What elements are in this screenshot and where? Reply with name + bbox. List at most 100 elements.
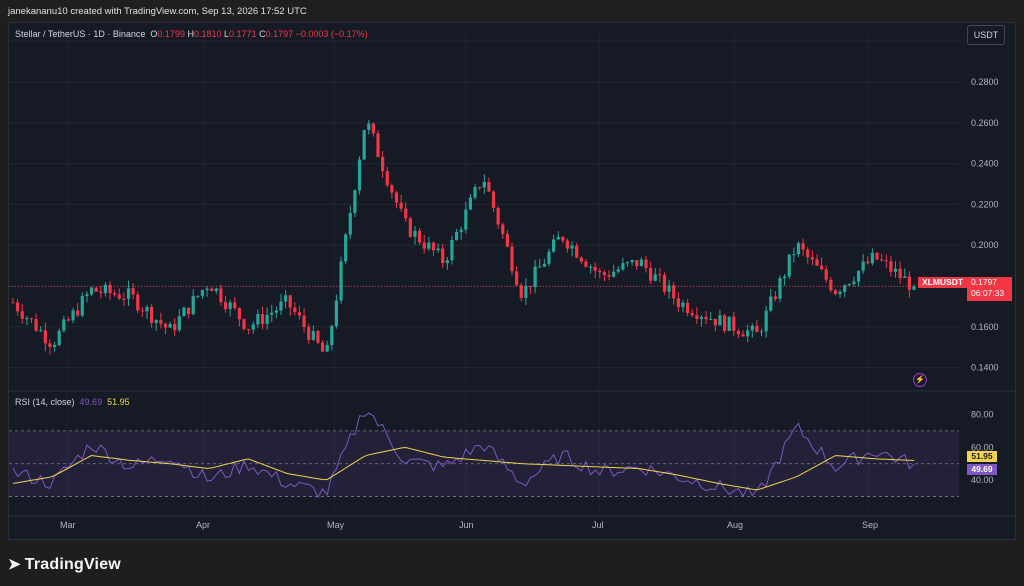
candle-body xyxy=(528,285,533,288)
candle-body xyxy=(464,209,468,230)
candle-body xyxy=(866,261,870,264)
countdown-value: 06:07:33 xyxy=(971,288,1005,298)
price-legend: Stellar / TetherUS · 1D · Binance O0.179… xyxy=(15,29,368,39)
candle-body xyxy=(676,298,680,308)
candle-body xyxy=(320,342,325,352)
candle-body xyxy=(284,295,288,302)
candle-body xyxy=(288,295,292,308)
candle-body xyxy=(685,302,690,314)
last-price-badge: 0.1797 06:07:33 xyxy=(967,277,1012,301)
candle-body xyxy=(519,285,523,298)
candle-body xyxy=(505,234,509,247)
price-tick-label: 0.1400 xyxy=(971,363,999,373)
candle-body xyxy=(810,257,814,260)
time-tick-label: Sep xyxy=(862,520,878,530)
candle-body xyxy=(542,263,546,267)
candle-body xyxy=(223,302,228,310)
candle-body xyxy=(348,213,352,235)
candle-body xyxy=(769,296,773,311)
time-tick-label: Mar xyxy=(60,520,76,530)
candle-body xyxy=(80,296,84,316)
tradingview-logo-icon: ➤ xyxy=(8,556,21,573)
candle-body xyxy=(639,259,643,267)
candle-body xyxy=(117,294,121,299)
candle-body xyxy=(219,288,223,303)
candle-body xyxy=(552,239,556,252)
candle-body xyxy=(237,308,242,320)
time-tick-label: Apr xyxy=(196,520,210,530)
candle-body xyxy=(510,246,514,272)
chart-panel[interactable]: 0.14000.16000.18000.20000.22000.24000.26… xyxy=(8,22,1016,540)
price-tick-label: 0.1600 xyxy=(971,322,999,332)
candle-body xyxy=(39,330,43,332)
candle-body xyxy=(136,294,140,311)
candle-body xyxy=(159,319,163,324)
candle-body xyxy=(85,294,89,297)
candle-body xyxy=(362,130,366,160)
chart-canvas[interactable]: 0.14000.16000.18000.20000.22000.24000.26… xyxy=(9,23,1015,539)
candle-body xyxy=(242,319,246,330)
candle-body xyxy=(353,190,357,214)
price-tick-label: 0.2600 xyxy=(971,118,999,128)
candle-body xyxy=(71,310,75,321)
candle-body xyxy=(491,191,496,209)
candle-body xyxy=(390,185,394,193)
candle-body xyxy=(25,318,29,320)
candle-body xyxy=(385,171,389,186)
candle-body xyxy=(653,274,657,281)
candle-body xyxy=(593,266,597,271)
candle-body xyxy=(482,181,486,188)
candle-body xyxy=(154,319,158,323)
time-tick-label: Jun xyxy=(459,520,474,530)
candle-body xyxy=(251,324,255,330)
candle-body xyxy=(607,274,611,277)
brand[interactable]: ➤ TradingView xyxy=(8,555,121,574)
candle-body xyxy=(113,293,117,295)
time-tick-label: May xyxy=(327,520,345,530)
candle-body xyxy=(635,260,639,267)
candle-body xyxy=(316,331,320,343)
candle-body xyxy=(150,306,154,323)
candle-body xyxy=(293,307,297,313)
candle-body xyxy=(681,302,685,308)
candle-body xyxy=(256,314,260,325)
candle-body xyxy=(579,257,583,262)
candle-body xyxy=(602,272,607,275)
candle-body xyxy=(145,306,149,312)
currency-button[interactable]: USDT xyxy=(967,25,1005,45)
candle-body xyxy=(838,291,842,295)
candle-body xyxy=(394,192,399,203)
candle-body xyxy=(893,268,898,272)
candle-body xyxy=(796,243,801,255)
candle-body xyxy=(325,345,329,352)
candle-body xyxy=(524,285,528,298)
candle-body xyxy=(468,197,473,210)
candle-body xyxy=(371,123,375,134)
candle-body xyxy=(43,330,47,344)
candle-body xyxy=(413,230,417,237)
candle-body xyxy=(736,330,741,335)
candle-body xyxy=(722,315,727,331)
candle-body xyxy=(126,288,131,299)
candle-body xyxy=(658,274,662,276)
flash-icon[interactable]: ⚡ xyxy=(913,373,927,387)
symbol-price-tag: XLMUSDT xyxy=(918,277,967,288)
rsi-label: RSI (14, close) xyxy=(15,397,75,407)
candle-body xyxy=(52,344,57,348)
footer-bar: ➤ TradingView xyxy=(0,546,1024,586)
candle-body xyxy=(404,208,408,219)
candle-body xyxy=(233,302,237,309)
price-tick-label: 0.2400 xyxy=(971,159,999,169)
candle-body xyxy=(755,325,759,333)
candle-body xyxy=(662,274,667,292)
candle-body xyxy=(898,268,902,278)
candle-body xyxy=(621,263,625,270)
candle-body xyxy=(408,218,412,237)
candle-body xyxy=(907,276,911,290)
candle-body xyxy=(713,318,717,326)
candle-body xyxy=(727,316,731,331)
candle-body xyxy=(422,242,426,249)
candle-body xyxy=(759,331,764,333)
candle-body xyxy=(339,261,343,301)
candle-body xyxy=(307,326,311,340)
